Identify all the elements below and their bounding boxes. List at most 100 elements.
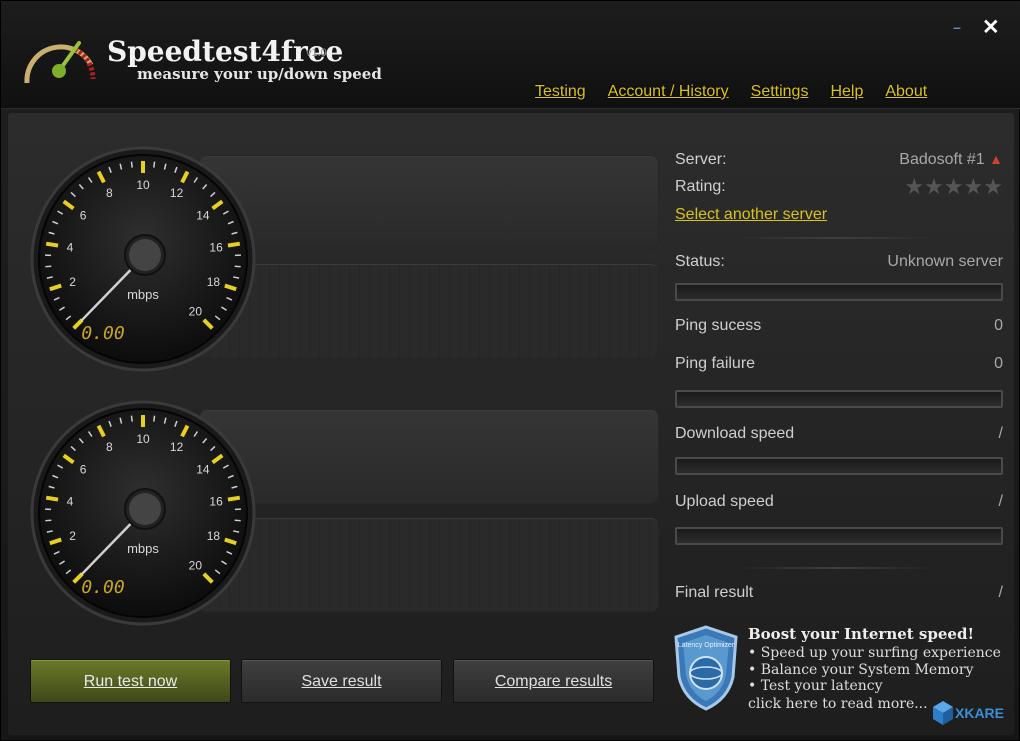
- nav-settings[interactable]: Settings: [751, 83, 809, 101]
- gauge-tick-label: 10: [136, 432, 150, 446]
- rating-star: ★: [983, 174, 1003, 199]
- download-graph-upper: [199, 155, 659, 250]
- gauge-tick-label: 2: [69, 529, 76, 543]
- gauge-tick-label: 4: [67, 240, 74, 254]
- promo-title: Boost your Internet speed!: [748, 625, 975, 643]
- gauge-tick-label: 10: [136, 178, 150, 192]
- save-result-button[interactable]: Save result: [241, 659, 442, 703]
- final-result-row: Final result /: [675, 584, 1003, 602]
- rating-row: Rating: ★★★★★: [675, 174, 1003, 199]
- compare-results-button[interactable]: Compare results: [453, 659, 654, 703]
- gauge-tick-label: 14: [196, 209, 210, 223]
- server-name: Badosoft #1: [899, 151, 985, 168]
- gauge-tick-label: 12: [170, 186, 184, 200]
- xkare-watermark: XKARE: [929, 695, 1015, 735]
- ping-failure-row: Ping failure 0: [675, 355, 1003, 373]
- download-speedometer: 2 4 6 8 10 12 14 16 18 20 mbps 0.00: [30, 146, 256, 372]
- gauge-major-tick: [227, 495, 241, 502]
- app-version: v1.0: [306, 47, 327, 59]
- gauge-minor-tick: [153, 161, 156, 168]
- ping-success-row: Ping sucess 0: [675, 317, 1003, 335]
- gauge-tick-label: 12: [170, 440, 184, 454]
- gauge-tick-label: 20: [189, 558, 203, 572]
- download-label: Download speed: [675, 425, 795, 442]
- server-label: Server:: [675, 151, 727, 168]
- gauge-major-tick: [45, 241, 59, 248]
- upload-gauge-block: 2 4 6 8 10 12 14 16 18 20 mbps 0.00: [29, 399, 659, 626]
- nav-about[interactable]: About: [885, 83, 927, 101]
- gauge-tick-label: 6: [80, 463, 87, 477]
- ping-progress-bar: [675, 390, 1003, 408]
- run-test-button[interactable]: Run test now: [30, 659, 231, 703]
- final-result-value: /: [998, 584, 1003, 601]
- nav-menu: Testing Account / History Settings Help …: [535, 83, 949, 101]
- app-window: Speedtest4free v1.0 measure your up/down…: [0, 0, 1020, 741]
- gauge-tick-label: 2: [69, 275, 76, 289]
- promo-item: Speed up your surfing experience: [748, 645, 1001, 662]
- gauge-hub: [129, 493, 161, 525]
- server-row: Server: Badosoft #1 ▲: [675, 151, 1003, 169]
- upload-speedometer: 2 4 6 8 10 12 14 16 18 20 mbps 0.00: [30, 400, 256, 626]
- ping-success-label: Ping sucess: [675, 317, 762, 334]
- watermark-text: XKARE: [955, 705, 1005, 721]
- app-tagline: measure your up/down speed: [137, 65, 382, 83]
- server-value: Badosoft #1 ▲: [899, 151, 1003, 169]
- gauge-tick-label: 14: [196, 463, 210, 477]
- gauge-digital-reading: 0.00: [81, 323, 124, 344]
- rating-star: ★: [963, 174, 984, 199]
- promo-badge-text: Latency Optimizer: [678, 642, 735, 649]
- gauge-hub: [129, 239, 161, 271]
- upload-progress-bar: [675, 527, 1003, 545]
- upload-row: Upload speed /: [675, 493, 1003, 511]
- gauge-tick-label: 16: [209, 494, 223, 508]
- gauge-unit-label: mbps: [127, 287, 159, 302]
- gauge-major-tick: [227, 241, 241, 248]
- warning-icon: ▲: [989, 151, 1003, 167]
- divider-2: [735, 567, 935, 569]
- download-graph-lower: [199, 263, 659, 358]
- header: Speedtest4free v1.0 measure your up/down…: [1, 1, 1020, 109]
- cube-logo-icon: [933, 701, 953, 725]
- gauge-unit-label: mbps: [127, 541, 159, 556]
- promo-read-more-link[interactable]: click here to read more...: [748, 696, 928, 712]
- promo-item: Test your latency: [748, 678, 1001, 695]
- ping-failure-value: 0: [994, 355, 1003, 372]
- gauge-tick-label: 16: [209, 240, 223, 254]
- promo-item: Balance your System Memory: [748, 662, 1001, 679]
- select-server-row: Select another server: [675, 206, 1003, 224]
- promo-list: Speed up your surfing experience Balance…: [748, 645, 1001, 695]
- status-label: Status:: [675, 253, 725, 270]
- nav-testing[interactable]: Testing: [535, 83, 586, 101]
- gauge-tick-label: 18: [207, 275, 221, 289]
- select-server-link[interactable]: Select another server: [675, 206, 827, 223]
- speedometer-logo-icon: [24, 41, 96, 84]
- download-value: /: [998, 425, 1003, 442]
- gauge-major-tick: [45, 495, 59, 502]
- rating-label: Rating:: [675, 178, 726, 195]
- nav-account-history[interactable]: Account / History: [608, 83, 729, 101]
- download-progress-bar: [675, 457, 1003, 475]
- gauge-tick-label: 18: [207, 529, 221, 543]
- gauge-tick-label: 4: [67, 494, 74, 508]
- download-gauge-block: 2 4 6 8 10 12 14 16 18 20 mbps 0.00: [29, 145, 659, 372]
- close-button[interactable]: ✕: [982, 15, 1000, 40]
- upload-value: /: [998, 493, 1003, 510]
- gauge-digital-reading: 0.00: [81, 577, 124, 598]
- rating-stars: ★★★★★: [904, 174, 1003, 200]
- rating-star: ★: [943, 174, 964, 199]
- ping-failure-label: Ping failure: [675, 355, 756, 372]
- minimize-button[interactable]: –: [953, 19, 961, 35]
- divider: [735, 237, 935, 239]
- gauge-tick-label: 6: [80, 209, 87, 223]
- gauge-minor-tick: [130, 415, 133, 422]
- upload-graph-lower: [199, 517, 659, 612]
- status-value: Unknown server: [887, 253, 1003, 270]
- gauge-minor-tick: [153, 415, 156, 422]
- latency-optimizer-shield-icon: Latency Optimizer: [674, 625, 738, 711]
- gauge-tick-label: 20: [189, 304, 203, 318]
- gauge-minor-tick: [130, 161, 133, 168]
- rating-star: ★: [924, 174, 944, 199]
- rating-star: ★: [904, 174, 925, 199]
- upload-graph-upper: [199, 409, 659, 504]
- nav-help[interactable]: Help: [830, 83, 863, 101]
